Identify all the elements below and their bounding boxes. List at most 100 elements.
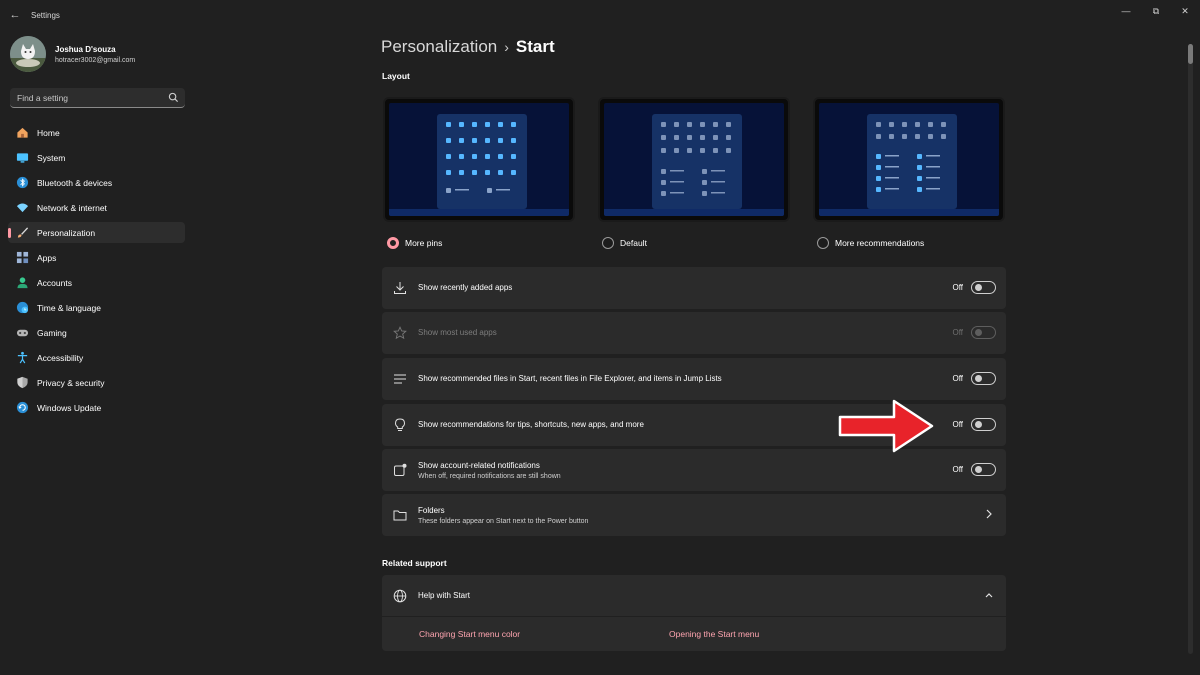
sidebar-item-apps[interactable]: Apps [8, 247, 185, 268]
toggle-state-label: Off [952, 283, 963, 292]
toggle-switch[interactable] [971, 372, 996, 385]
layout-section-title: Layout [382, 71, 410, 81]
app-title: Settings [31, 11, 60, 20]
search-box[interactable] [10, 88, 185, 108]
setting-show-recommended-files: Show recommended files in Start, recent … [382, 358, 1006, 400]
layout-option-more-recommendations[interactable]: More recommendations [817, 237, 924, 249]
minimize-button[interactable]: — [1115, 4, 1137, 18]
start-menu-preview [437, 114, 527, 209]
layout-preview-screen [389, 103, 569, 216]
sidebar-item-label: Apps [37, 252, 57, 263]
user-name: Joshua D'souza [55, 45, 116, 54]
toggle-state-label: Off [952, 420, 963, 429]
red-arrow-annotation [838, 399, 934, 453]
help-link-start-menu-color[interactable]: Changing Start menu color [419, 629, 520, 639]
chevron-right-icon[interactable] [984, 508, 994, 520]
lightbulb-icon [394, 418, 406, 431]
sidebar-item-accounts[interactable]: Accounts [8, 272, 185, 293]
radio-button[interactable] [387, 237, 399, 249]
radio-label: More pins [405, 238, 443, 248]
avatar[interactable] [10, 36, 46, 72]
layout-preview-default[interactable] [598, 97, 790, 222]
toggle-control[interactable]: Off [952, 463, 996, 476]
page-title: Start [515, 37, 555, 56]
maximize-button[interactable]: ⧉ [1145, 4, 1167, 18]
help-title: Help with Start [418, 591, 471, 600]
sidebar-item-label: System [37, 152, 66, 163]
sidebar-item-label: Personalization [37, 227, 96, 238]
back-button[interactable]: ← [8, 8, 22, 22]
user-email: hotracer3002@gmail.com [55, 57, 136, 64]
layout-preview-more-recommendations[interactable] [813, 97, 1005, 222]
toggle-control[interactable]: Off [952, 281, 996, 294]
home-icon [17, 127, 28, 138]
toggle-switch[interactable] [971, 418, 996, 431]
globe-icon [393, 589, 407, 603]
radio-label: More recommendations [835, 238, 925, 248]
sidebar-item-label: Bluetooth & devices [37, 177, 113, 188]
sidebar-item-privacy-security[interactable]: Privacy & security [8, 372, 185, 393]
sidebar-item-windows-update[interactable]: Windows Update [8, 397, 185, 418]
setting-title: Show recommended files in Start, recent … [418, 374, 722, 383]
sidebar-item-label: Network & internet [37, 202, 107, 213]
start-menu-preview [867, 114, 957, 209]
brush-icon [17, 227, 29, 238]
breadcrumb-parent[interactable]: Personalization [381, 37, 497, 56]
star-icon [393, 326, 407, 340]
setting-title: Show most used apps [418, 328, 497, 337]
layout-option-more-pins[interactable]: More pins [387, 237, 442, 249]
toggle-switch[interactable] [971, 281, 996, 294]
setting-show-most-used-apps: Show most used apps Off [382, 312, 1006, 354]
help-link-opening-start-menu[interactable]: Opening the Start menu [669, 629, 759, 639]
sidebar-item-label: Privacy & security [37, 377, 105, 388]
sidebar-nav: Home System Bluetooth & devices Network … [8, 122, 185, 422]
sidebar-item-label: Accounts [37, 277, 72, 288]
toggle-state-label: Off [952, 328, 963, 337]
setting-title: Show recommendations for tips, shortcuts… [418, 420, 644, 429]
sidebar-item-time-language[interactable]: Time & language [8, 297, 185, 318]
search-icon[interactable] [168, 92, 179, 103]
title-bar: ← Settings — ⧉ ✕ [0, 0, 1200, 30]
help-with-start-header[interactable]: Help with Start [382, 575, 1006, 616]
toggle-switch [971, 326, 996, 339]
toggle-state-label: Off [952, 374, 963, 383]
scrollbar[interactable] [1188, 44, 1193, 654]
sidebar-item-label: Time & language [37, 302, 101, 313]
sidebar-item-gaming[interactable]: Gaming [8, 322, 185, 343]
toggle-switch[interactable] [971, 463, 996, 476]
setting-title: Show recently added apps [418, 283, 513, 292]
folder-icon [393, 510, 407, 521]
toggle-control[interactable]: Off [952, 418, 996, 431]
sidebar-item-home[interactable]: Home [8, 122, 185, 143]
search-input[interactable] [10, 88, 160, 107]
related-support-title: Related support [382, 558, 447, 568]
setting-show-account-notifications: Show account-related notifications When … [382, 449, 1006, 491]
breadcrumb-separator: › [504, 39, 509, 55]
sidebar-item-bluetooth[interactable]: Bluetooth & devices [8, 172, 185, 193]
notification-icon [394, 463, 407, 476]
chevron-up-icon[interactable] [984, 589, 994, 601]
breadcrumb: Personalization › Start [381, 37, 555, 57]
sidebar-item-personalization[interactable]: Personalization [8, 222, 185, 243]
globe-clock-icon [16, 301, 29, 314]
help-links: Changing Start menu color Opening the St… [382, 617, 1006, 651]
sidebar-item-accessibility[interactable]: Accessibility [8, 347, 185, 368]
layout-option-default[interactable]: Default [602, 237, 647, 249]
taskbar-preview [389, 209, 569, 216]
gamepad-icon [16, 329, 29, 337]
list-icon [394, 374, 406, 384]
radio-button[interactable] [602, 237, 614, 249]
sidebar-item-network[interactable]: Network & internet [8, 197, 185, 218]
setting-title: Show account-related notifications [418, 461, 540, 470]
scrollbar-thumb[interactable] [1188, 44, 1193, 64]
shield-icon [17, 376, 28, 389]
close-button[interactable]: ✕ [1174, 4, 1196, 18]
setting-folders[interactable]: Folders These folders appear on Start ne… [382, 494, 1006, 536]
radio-button[interactable] [817, 237, 829, 249]
layout-preview-more-pins[interactable] [383, 97, 575, 222]
toggle-control[interactable]: Off [952, 372, 996, 385]
update-icon [16, 401, 29, 414]
wifi-icon [16, 203, 29, 213]
sidebar-item-label: Gaming [37, 327, 67, 338]
sidebar-item-system[interactable]: System [8, 147, 185, 168]
